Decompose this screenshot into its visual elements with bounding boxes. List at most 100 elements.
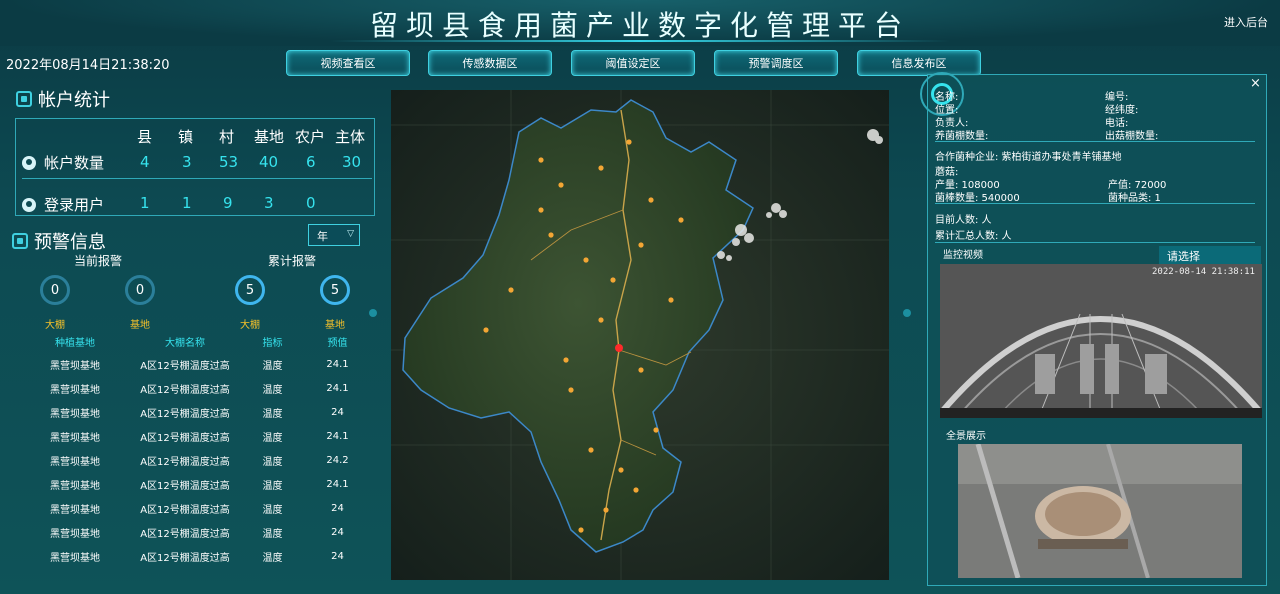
account-value: 53 [219,153,239,171]
map-marker [653,427,659,433]
detail-divider [935,242,1255,243]
cell-shed: A区12号棚温度过高 [140,456,230,468]
map-marker [610,277,616,283]
table-row[interactable]: 黑营坝基地 A区12号棚温度过高 温度 24 [20,544,370,568]
map-marker [598,165,604,171]
cell-shed: A区12号棚温度过高 [140,408,230,420]
cell-base: 黑营坝基地 [50,384,100,396]
detail-partner: 合作菌种企业: 紫柏街道办事处青羊铺基地 [935,152,1122,163]
backstage-link[interactable]: 进入后台 [1224,14,1268,30]
th-shed: 大棚名称 [165,337,205,349]
map-marker [648,197,654,203]
cell-value: 24.1 [326,382,349,394]
cell-metric: 温度 [262,360,283,372]
detail-divider [935,203,1255,204]
cell-shed: A区12号棚温度过高 [140,360,230,372]
cell-shed: A区12号棚温度过高 [140,528,230,540]
table-row[interactable]: 黑营坝基地 A区12号棚温度过高 温度 24 [20,400,370,424]
county-map[interactable] [391,90,889,580]
th-base: 种植基地 [55,337,95,349]
detail-fruit-shed: 出菇棚数量: [1105,131,1159,142]
col-county: 县 [137,128,153,146]
row-label: 登录用户 [44,196,105,214]
map-marker [588,447,594,453]
map-marker [603,507,609,513]
col-farmer: 农户 [295,128,326,146]
table-row[interactable]: 黑营坝基地 A区12号棚温度过高 温度 24.1 [20,376,370,400]
ring-label: 基地 [325,320,345,331]
cell-value: 24 [331,526,344,538]
map-svg [391,90,889,580]
map-marker [558,182,564,188]
nav-warning-button[interactable]: 预警调度区 [714,50,838,76]
th-metric: 指标 [262,337,283,349]
title-underline [330,40,950,42]
cell-base: 黑营坝基地 [50,552,100,564]
cell-base: 黑营坝基地 [50,504,100,516]
map-marker [678,217,684,223]
alarm-ring: 0 [40,275,70,305]
cell-value: 24.1 [326,478,349,490]
table-row[interactable]: 黑营坝基地 A区12号棚温度过高 温度 24.1 [20,352,370,376]
cell-base: 黑营坝基地 [50,360,100,372]
th-value: 预值 [327,337,348,349]
nav-video-button[interactable]: 视频查看区 [286,50,410,76]
login-value: 3 [264,194,274,212]
account-stats-title: 帐户统计 [16,86,110,112]
col-entity: 主体 [335,128,366,146]
map-marker [668,297,674,303]
table-row[interactable]: 黑营坝基地 A区12号棚温度过高 温度 24.1 [20,424,370,448]
close-icon[interactable]: × [1250,76,1261,91]
map-marker [626,139,632,145]
nav-threshold-button[interactable]: 阈值设定区 [571,50,695,76]
cell-base: 黑营坝基地 [50,408,100,420]
table-row[interactable]: 黑营坝基地 A区12号棚温度过高 温度 24.1 [20,472,370,496]
mushroom-photo [958,444,1242,578]
period-select[interactable]: 年 ▽ [308,224,360,246]
map-prev-dot[interactable] [369,309,377,317]
page-title: 留坝县食用菌产业数字化管理平台 [369,9,910,42]
row-divider [22,178,372,179]
ring-label: 大棚 [240,320,260,331]
alarm-ring: 0 [125,275,155,305]
surveillance-video[interactable] [940,264,1262,418]
cell-base: 黑营坝基地 [50,528,100,540]
cell-metric: 温度 [262,384,283,396]
map-marker [578,527,584,533]
table-row[interactable]: 黑营坝基地 A区12号棚温度过高 温度 24 [20,520,370,544]
detail-sticks: 菌棒数量: 540000 [935,193,1020,204]
table-row[interactable]: 黑营坝基地 A区12号棚温度过高 温度 24.2 [20,448,370,472]
cell-shed: A区12号棚温度过高 [140,480,230,492]
account-value: 4 [140,153,150,171]
row-account-count: 帐户数量 [22,152,104,173]
alarm-ring: 5 [320,275,350,305]
map-marker [563,357,569,363]
cell-shed: A区12号棚温度过高 [140,504,230,516]
login-value: 0 [306,194,316,212]
warning-title-text: 预警信息 [34,232,106,253]
video-select[interactable]: 请选择 [1159,246,1261,266]
panorama-image[interactable] [958,444,1242,578]
cell-base: 黑营坝基地 [50,432,100,444]
account-value: 6 [306,153,316,171]
cell-value: 24 [331,502,344,514]
period-select-value: 年 [317,230,328,243]
current-alarm-label: 当前报警 [74,254,123,268]
detail-variety: 菌种品类: 1 [1108,193,1161,204]
col-town: 镇 [178,128,194,146]
account-value: 30 [342,153,362,171]
row-login-users: 登录用户 [22,194,104,215]
chevron-down-icon: ▽ [347,229,354,239]
map-marker [583,257,589,263]
table-body: 黑营坝基地 A区12号棚温度过高 温度 24.1 黑营坝基地 A区12号棚温度过高 温度 24… [20,352,370,568]
cell-metric: 温度 [262,408,283,420]
nav-publish-button[interactable]: 信息发布区 [857,50,981,76]
cell-metric: 温度 [262,528,283,540]
nav-sensor-button[interactable]: 传感数据区 [428,50,552,76]
user-icon [22,155,36,170]
map-next-dot[interactable] [903,309,911,317]
account-stats-title-text: 帐户统计 [38,90,110,111]
table-row[interactable]: 黑营坝基地 A区12号棚温度过高 温度 24 [20,496,370,520]
account-value: 3 [182,153,192,171]
cell-shed: A区12号棚温度过高 [140,552,230,564]
